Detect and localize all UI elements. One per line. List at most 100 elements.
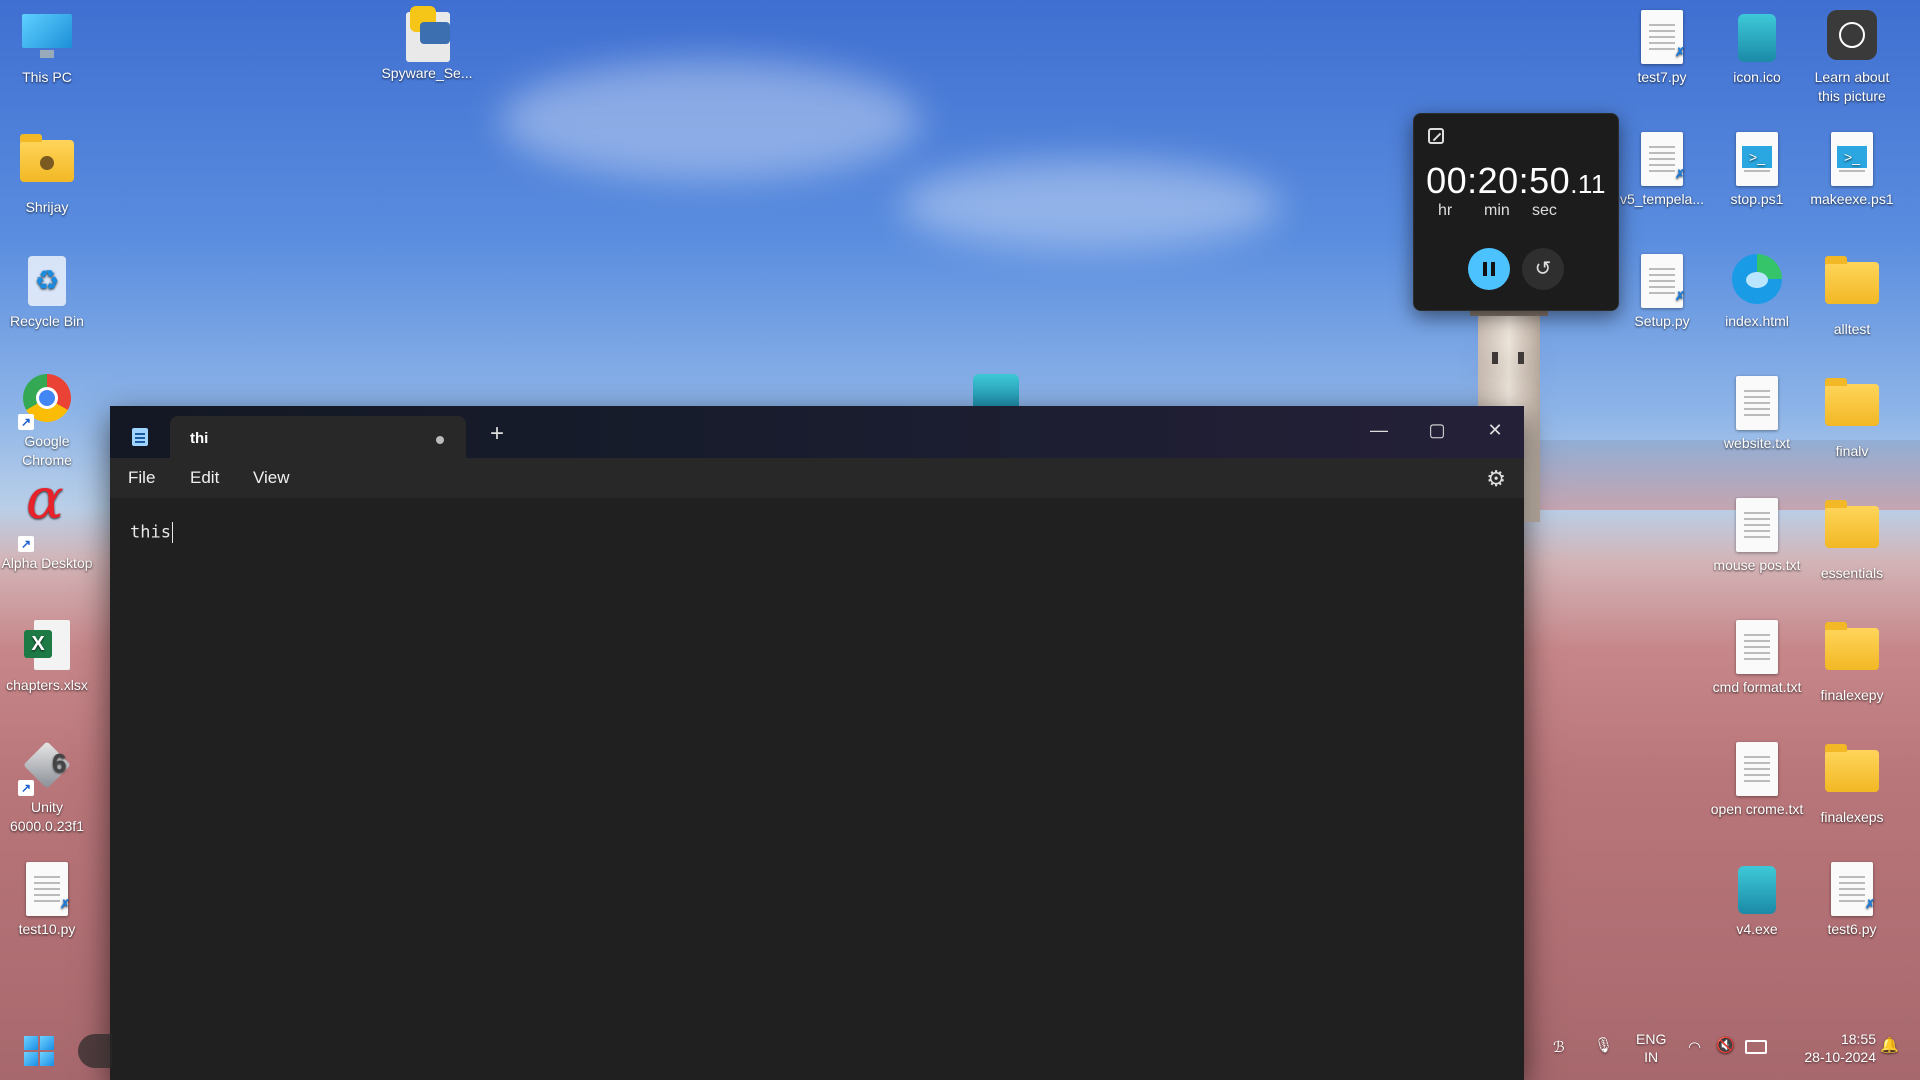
start-button[interactable] — [24, 1036, 54, 1066]
desktop-icon-setup-py[interactable]: ✗ Setup.py — [1614, 254, 1710, 331]
wifi-icon[interactable]: ◠ — [1688, 1038, 1701, 1056]
powershell-icon: >_ — [1730, 132, 1784, 186]
chrome-icon: ↗ — [18, 374, 74, 430]
desktop-icon-unity[interactable]: 6 ↗ Unity 6000.0.23f1 — [0, 740, 95, 836]
desktop-icon-mouse-pos-txt[interactable]: mouse pos.txt — [1709, 498, 1805, 575]
desktop-icon-label: Alpha Desktop — [1, 555, 93, 571]
desktop-icon-label: stop.ps1 — [1730, 191, 1784, 207]
unit-hr-label: hr — [1438, 202, 1453, 219]
desktop-icon-label: test7.py — [1637, 69, 1687, 85]
desktop-icon-makeexe-ps1[interactable]: >_ makeexe.ps1 — [1804, 132, 1900, 209]
pause-button[interactable] — [1468, 248, 1510, 290]
windows-logo-pane — [40, 1036, 54, 1050]
battery-icon[interactable] — [1745, 1040, 1767, 1054]
menu-edit[interactable]: Edit — [190, 468, 219, 488]
desktop-icon-finalexepy[interactable]: finalexepy — [1804, 620, 1900, 705]
settings-gear-icon[interactable]: ⚙ — [1486, 466, 1506, 492]
desktop-icon-label: Spyware_Se... — [381, 65, 473, 81]
maximize-button[interactable]: ▢ — [1408, 412, 1466, 448]
desktop-icon-label: finalexeps — [1820, 809, 1884, 825]
excel-icon: X — [20, 618, 74, 672]
desktop-icon-finalv[interactable]: finalv — [1804, 376, 1900, 461]
desktop-icon-essentials[interactable]: essentials — [1804, 498, 1900, 583]
desktop-icon-alltest[interactable]: alltest — [1804, 254, 1900, 339]
windows-logo-pane — [40, 1052, 54, 1066]
notepad-app-icon — [132, 428, 148, 446]
close-icon: ✕ — [1487, 420, 1503, 440]
menu-view[interactable]: View — [253, 468, 290, 488]
desktop-icon-label: website.txt — [1723, 435, 1791, 451]
python-file-icon: ✗ — [1635, 10, 1689, 64]
desktop-icon-recycle-bin[interactable]: ♻ Recycle Bin — [0, 254, 95, 331]
taskbar-clock[interactable]: 18:55 28-10-2024 — [1786, 1030, 1876, 1066]
reset-button[interactable]: ↺ — [1522, 248, 1564, 290]
muted-speaker-icon[interactable]: 🔇 — [1716, 1036, 1735, 1054]
expand-icon[interactable] — [1428, 128, 1444, 144]
desktop-icon-label: v4.exe — [1736, 921, 1778, 937]
desktop-icon-label: chapters.xlsx — [6, 677, 88, 693]
folder-icon — [1825, 500, 1879, 560]
tab-title: thi — [190, 430, 209, 447]
desktop-icon-test7-py[interactable]: ✗ test7.py — [1614, 10, 1710, 87]
clock-date: 28-10-2024 — [1804, 1049, 1876, 1065]
desktop-icon-test6-py[interactable]: ✗ test6.py — [1804, 862, 1900, 939]
folder-icon — [1825, 378, 1879, 438]
notepad-icon — [1730, 10, 1784, 64]
shortcut-arrow-icon: ↗ — [18, 780, 34, 796]
desktop-icon-label: mouse pos.txt — [1713, 557, 1801, 573]
desktop-icon-open-crome-txt[interactable]: open crome.txt — [1709, 742, 1805, 819]
tab-thi[interactable]: thi — [170, 416, 466, 458]
desktop-icon-google-chrome[interactable]: ↗ Google Chrome — [0, 374, 95, 470]
desktop-icon-label: Recycle Bin — [10, 313, 84, 329]
title-bar[interactable]: thi + — ▢ ✕ — [110, 406, 1524, 458]
desktop-icon-label: v5_tempela... — [1619, 191, 1705, 207]
wallpaper-cloud — [900, 160, 1280, 250]
text-caret — [171, 522, 173, 543]
language-line1: ENG — [1636, 1031, 1667, 1047]
desktop-icon-website-txt[interactable]: website.txt — [1709, 376, 1805, 453]
desktop-icon-label: Unity 6000.0.23f1 — [10, 799, 84, 834]
desktop-icon-label: open crome.txt — [1710, 801, 1804, 817]
desktop-icon-chapters-xlsx[interactable]: X chapters.xlsx — [0, 618, 95, 695]
desktop-icon-shrijay[interactable]: Shrijay — [0, 132, 95, 217]
python-file-icon: ✗ — [1635, 132, 1689, 186]
tray-bluetooth-icon[interactable]: ℬ — [1553, 1038, 1565, 1056]
user-folder-icon — [20, 134, 74, 194]
desktop-icon-alpha-desktop[interactable]: α ↗ Alpha Desktop — [0, 472, 95, 573]
minimize-button[interactable]: — — [1350, 412, 1408, 448]
recycle-bin-icon: ♻ — [20, 254, 74, 308]
tray-microphone-icon[interactable]: 🎙 — [1594, 1036, 1613, 1054]
desktop-icon-index-html[interactable]: index.html — [1709, 254, 1805, 331]
menu-bar: File Edit View ⚙ — [110, 458, 1524, 498]
close-button[interactable]: ✕ — [1466, 412, 1524, 448]
desktop-icon-label: Learn about this picture — [1814, 69, 1890, 104]
desktop-icon-finalexeps[interactable]: finalexeps — [1804, 742, 1900, 827]
wallpaper-cloud — [500, 60, 920, 180]
unsaved-dot-icon[interactable] — [436, 436, 444, 444]
desktop-icon-cmd-format-txt[interactable]: cmd format.txt — [1709, 620, 1805, 697]
editor-text-line[interactable]: this — [130, 522, 173, 543]
text-editor-area[interactable]: this — [110, 498, 1524, 1080]
desktop-icon-stop-ps1[interactable]: >_ stop.ps1 — [1709, 132, 1805, 209]
menu-file[interactable]: File — [128, 468, 155, 488]
notification-bell-icon[interactable]: 🔔 — [1880, 1036, 1899, 1054]
desktop-icon-v4-exe[interactable]: v4.exe — [1709, 862, 1805, 939]
python-file-icon: ✗ — [1825, 862, 1879, 916]
desktop-icon-icon-ico[interactable]: icon.ico — [1709, 10, 1805, 87]
desktop-icon-learn-about-picture[interactable]: Learn about this picture — [1804, 10, 1900, 106]
desktop-icon-v5-tempela[interactable]: ✗ v5_tempela... — [1614, 132, 1710, 209]
windows-logo-pane — [24, 1036, 38, 1050]
search-box-edge[interactable] — [78, 1034, 112, 1068]
stopwatch-centiseconds: .11 — [1570, 169, 1606, 199]
desktop-icon-spyware[interactable]: Spyware_Se... — [379, 6, 475, 83]
desktop-icon-label: alltest — [1833, 321, 1871, 337]
language-indicator[interactable]: ENG IN — [1636, 1030, 1666, 1066]
desktop-icon-label: icon.ico — [1733, 69, 1781, 85]
monitor-icon — [20, 10, 74, 64]
desktop-icon-this-pc[interactable]: This PC — [0, 10, 95, 87]
editor-content: this — [130, 522, 171, 543]
text-file-icon — [1730, 376, 1784, 430]
desktop-icon-test10-py[interactable]: ✗ test10.py — [0, 862, 95, 939]
new-tab-button[interactable]: + — [490, 420, 504, 448]
language-line2: IN — [1644, 1049, 1659, 1065]
